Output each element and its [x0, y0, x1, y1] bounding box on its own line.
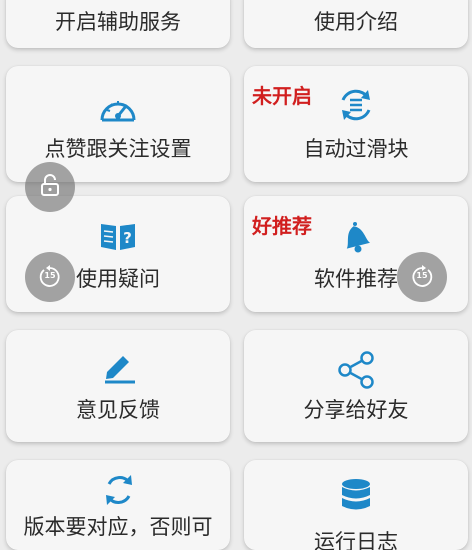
version-match-button[interactable]: 版本要对应，否则可 [6, 460, 230, 550]
like-follow-settings-label: 点赞跟关注设置 [44, 137, 192, 161]
lock-button[interactable] [25, 162, 75, 212]
replay-15-button[interactable]: 15 [25, 252, 75, 302]
auto-slider-button[interactable]: 未开启 自动过滑块 [244, 66, 468, 182]
edit-pen-icon [101, 350, 137, 388]
usage-intro-label: 使用介绍 [314, 10, 398, 34]
sync-icon [101, 472, 137, 512]
replay-icon: 15 [38, 265, 62, 289]
database-icon [340, 478, 372, 520]
auto-slider-label: 自动过滑块 [303, 137, 409, 161]
version-match-label: 版本要对应，否则可 [23, 515, 213, 539]
feedback-label: 意见反馈 [76, 398, 160, 422]
feedback-button[interactable]: 意见反馈 [6, 330, 230, 442]
not-enabled-tag: 未开启 [252, 84, 312, 108]
replay-seconds-text: 15 [44, 271, 56, 280]
share-friends-label: 分享给好友 [303, 398, 409, 422]
forward-seconds-text: 15 [416, 271, 428, 280]
forward-15-button[interactable]: 15 [397, 252, 447, 302]
usage-intro-button[interactable]: 使用介绍 [244, 0, 468, 48]
share-friends-button[interactable]: 分享给好友 [244, 330, 468, 442]
enable-accessibility-label: 开启辅助服务 [55, 10, 181, 34]
svg-text:?: ? [123, 229, 132, 247]
refresh-list-icon [337, 86, 375, 128]
share-icon [336, 350, 376, 394]
enable-accessibility-service-button[interactable]: 开启辅助服务 [6, 0, 230, 48]
recommended-tag: 好推荐 [252, 214, 312, 238]
run-log-button[interactable]: 运行日志 [244, 460, 468, 550]
book-question-icon: ? [99, 220, 137, 256]
bell-icon [338, 218, 374, 258]
forward-icon: 15 [410, 265, 434, 289]
speedometer-icon [99, 94, 137, 128]
lock-icon [40, 174, 60, 200]
